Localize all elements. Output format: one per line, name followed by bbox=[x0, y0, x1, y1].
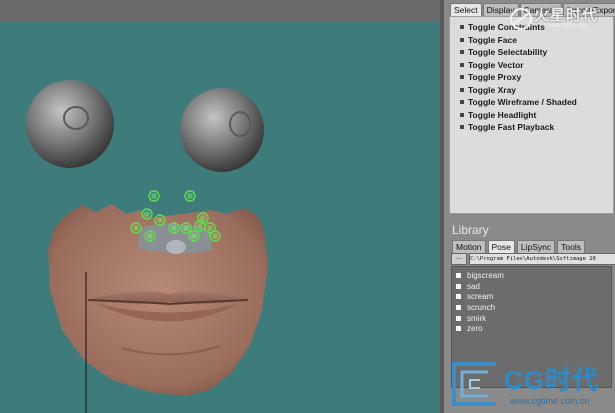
toggle-label: Toggle Proxy bbox=[468, 72, 522, 83]
pose-item-scrunch[interactable]: scrunch bbox=[456, 302, 504, 313]
tab-pose[interactable]: Pose bbox=[487, 240, 515, 253]
toggle-wireframe-shaded-button[interactable]: Toggle Wireframe / Shaded bbox=[460, 96, 577, 109]
toggle-label: Toggle Headlight bbox=[468, 109, 537, 120]
pose-label: scrunch bbox=[467, 302, 496, 312]
pose-item-smirk[interactable]: smirk bbox=[456, 313, 504, 324]
toggle-selectability-button[interactable]: Toggle Selectability bbox=[460, 46, 577, 59]
toggle-proxy-button[interactable]: Toggle Proxy bbox=[460, 71, 577, 84]
pose-label: sad bbox=[467, 281, 480, 291]
cgtime-brand: CG时代 bbox=[504, 365, 600, 395]
pose-label: zero bbox=[467, 324, 483, 334]
pose-label: smirk bbox=[467, 313, 487, 323]
watermark-url: www.hxsd.com bbox=[548, 23, 589, 29]
toggle-xray-button[interactable]: Toggle Xray bbox=[460, 84, 577, 97]
tab-motion[interactable]: Motion bbox=[452, 240, 486, 253]
pose-label: bigscream bbox=[467, 270, 504, 280]
watermark-cgtime: CG时代 www.cgtime.com.cn bbox=[440, 352, 615, 413]
pose-checkbox[interactable] bbox=[456, 326, 461, 332]
toggle-headlight-button[interactable]: Toggle Headlight bbox=[460, 109, 577, 122]
toggle-panel: Toggle Constraints Toggle Face Toggle Se… bbox=[449, 16, 614, 214]
toggle-label: Toggle Selectability bbox=[468, 47, 548, 58]
left-eyeball[interactable] bbox=[26, 80, 114, 168]
bullet-icon bbox=[460, 25, 464, 30]
pose-checkbox[interactable] bbox=[456, 304, 461, 310]
library-tab-bar: Motion Pose LipSync Tools bbox=[452, 240, 587, 253]
tab-select[interactable]: Select bbox=[450, 3, 482, 16]
pose-checkbox[interactable] bbox=[456, 283, 461, 289]
pose-item-zero[interactable]: zero bbox=[456, 323, 504, 334]
cgtime-logo-icon bbox=[452, 362, 496, 406]
library-path-row: ... C:\Program Files\Autodesk\Softimage … bbox=[451, 253, 615, 265]
bullet-icon bbox=[460, 75, 464, 80]
pose-item-sad[interactable]: sad bbox=[456, 281, 504, 292]
bullet-icon bbox=[460, 87, 464, 92]
library-title: Library bbox=[452, 223, 489, 237]
cgtime-url: www.cgtime.com.cn bbox=[510, 396, 590, 406]
bullet-icon bbox=[460, 37, 464, 42]
watermark-hxsd: 火星时代 www.hxsd.com bbox=[506, 4, 614, 36]
bullet-icon bbox=[460, 62, 464, 67]
library-path-input[interactable]: C:\Program Files\Autodesk\Softimage 20 bbox=[469, 253, 615, 265]
toggle-label: Toggle Fast Playback bbox=[468, 122, 555, 133]
pose-checkbox[interactable] bbox=[456, 294, 461, 300]
toggle-label: Toggle Wireframe / Shaded bbox=[468, 97, 577, 108]
right-eyeball[interactable] bbox=[180, 88, 264, 172]
toggle-list: Toggle Constraints Toggle Face Toggle Se… bbox=[460, 21, 577, 134]
pose-checkbox[interactable] bbox=[456, 272, 461, 278]
toggle-label: Toggle Xray bbox=[468, 84, 517, 95]
lower-face-mesh[interactable] bbox=[48, 204, 268, 396]
tab-lipsync[interactable]: LipSync bbox=[516, 240, 556, 253]
bullet-icon bbox=[460, 50, 464, 55]
pose-item-bigscream[interactable]: bigscream bbox=[456, 270, 504, 281]
bullet-icon bbox=[460, 125, 464, 130]
tab-tools[interactable]: Tools bbox=[557, 240, 585, 253]
toggle-fast-playback-button[interactable]: Toggle Fast Playback bbox=[460, 121, 577, 134]
toggle-label: Toggle Face bbox=[468, 34, 517, 45]
hxsd-logo-icon bbox=[510, 8, 532, 30]
bullet-icon bbox=[460, 100, 464, 105]
pose-checkbox[interactable] bbox=[456, 315, 461, 321]
watermark-title: 火星时代 bbox=[534, 7, 599, 24]
toggle-vector-button[interactable]: Toggle Vector bbox=[460, 59, 577, 72]
3d-viewport[interactable] bbox=[0, 0, 440, 413]
face-rig-scene bbox=[26, 80, 268, 413]
pose-list: bigscream sad scream scrunch smirk zero bbox=[456, 270, 504, 334]
pose-item-scream[interactable]: scream bbox=[456, 291, 504, 302]
pose-label: scream bbox=[467, 292, 494, 302]
browse-button[interactable]: ... bbox=[451, 253, 467, 265]
bullet-icon bbox=[460, 112, 464, 117]
toggle-label: Toggle Vector bbox=[468, 59, 524, 70]
